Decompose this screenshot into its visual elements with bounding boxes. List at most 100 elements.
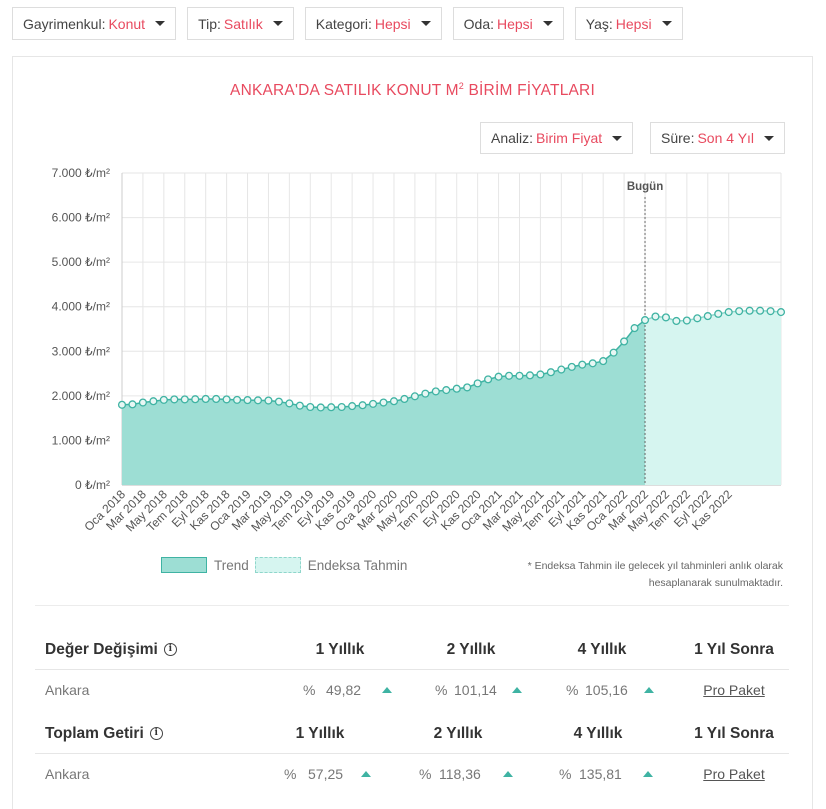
trend-point <box>253 396 263 405</box>
col-header-2y: 2 Yıllık <box>433 724 483 742</box>
up-arrow-icon <box>644 670 654 710</box>
trend-point <box>191 395 200 404</box>
y-tick-label: 3.000 ₺/m² <box>52 344 110 358</box>
value-2y: 118,36 <box>439 766 481 782</box>
y-tick-label: 4.000 ₺/m² <box>52 300 110 314</box>
trend-point <box>452 384 461 393</box>
info-icon[interactable]: i <box>149 727 163 740</box>
percent-sign: % <box>435 682 448 698</box>
trend-point <box>337 402 346 412</box>
trend-point <box>243 396 252 405</box>
forecast-point <box>766 307 775 316</box>
trend-point <box>557 365 566 374</box>
up-arrow-icon <box>643 754 653 794</box>
trend-point <box>368 399 378 408</box>
up-arrow-icon <box>512 670 522 710</box>
trend-point <box>515 371 524 380</box>
forecast-point <box>651 312 660 321</box>
trend-point <box>180 395 189 404</box>
filter-category[interactable]: Kategori: Hepsi <box>304 7 442 40</box>
filter-value: Hepsi <box>497 15 533 32</box>
forecast-point <box>661 313 670 322</box>
y-tick-label: 2.000 ₺/m² <box>52 389 110 403</box>
total-return-title: Toplam Getiri i <box>45 714 163 753</box>
trend-point <box>348 402 357 411</box>
trend-point <box>609 348 618 357</box>
col-header-2y: 2 Yıllık <box>446 640 496 658</box>
filter-property-type[interactable]: Gayrimenkul: Konut <box>12 7 177 40</box>
col-header-4y: 4 Yıllık <box>577 640 627 658</box>
legend-swatch-trend[interactable] <box>161 557 207 573</box>
forecast-point <box>672 316 681 326</box>
col-header-1y-later: 1 Yıl Sonra <box>694 640 774 658</box>
trend-point <box>578 360 587 369</box>
col-header-1y: 1 Yıllık <box>295 724 345 742</box>
filter-listing-type[interactable]: Tip: Satılık <box>187 7 294 40</box>
y-tick-label: 7.000 ₺/m² <box>52 166 110 180</box>
trend-point <box>138 398 147 407</box>
percent-sign: % <box>284 766 297 782</box>
row-label: Ankara <box>45 682 90 698</box>
table-row: Ankara % 49,82 % 101,14 % 105,16 Pro Pak… <box>35 670 789 710</box>
filter-value: Hepsi <box>374 15 411 32</box>
trend-point <box>201 394 210 404</box>
trend-point <box>473 379 482 388</box>
pro-package-link[interactable]: Pro Paket <box>703 670 764 710</box>
trend-point <box>630 324 639 333</box>
forecast-area <box>645 310 781 485</box>
up-arrow-icon <box>503 754 513 794</box>
trend-point <box>379 398 388 407</box>
trend-point <box>170 395 179 404</box>
forecast-point <box>745 306 754 315</box>
trend-point <box>327 403 336 412</box>
trend-point <box>400 394 409 404</box>
info-icon[interactable]: i <box>163 643 177 656</box>
forecast-point <box>693 314 702 323</box>
trend-point <box>212 394 221 404</box>
trend-point <box>567 362 576 371</box>
forecast-point <box>756 306 765 315</box>
filter-label: Oda: <box>463 15 494 32</box>
caret-down-icon <box>661 21 672 26</box>
percent-sign: % <box>303 682 316 698</box>
trend-point <box>463 383 472 392</box>
forecast-note: * Endeksa Tahmin ile gelecek yıl tahminl… <box>527 560 783 589</box>
trend-point <box>285 399 294 408</box>
trend-point <box>546 368 555 377</box>
percent-sign: % <box>566 682 579 698</box>
legend-label-estimate: Endeksa Tahmin <box>307 557 408 573</box>
filter-value: Konut <box>108 15 146 32</box>
trend-point <box>640 316 650 325</box>
price-chart-card: ANKARA'DA SATILIK KONUT M2 BİRİM FİYATLA… <box>12 56 813 809</box>
trend-point <box>117 400 127 409</box>
y-tick-label: 5.000 ₺/m² <box>52 255 110 269</box>
filter-label: Yaş: <box>585 15 613 32</box>
forecast-point <box>724 308 733 317</box>
trend-point <box>588 359 597 368</box>
trend-point <box>274 397 283 406</box>
trend-point <box>159 395 168 404</box>
filter-rooms[interactable]: Oda: Hepsi <box>452 7 564 40</box>
trend-point <box>525 371 535 380</box>
today-label: Bugün <box>627 181 663 193</box>
value-4y: 105,16 <box>585 682 628 698</box>
forecast-point <box>714 309 723 318</box>
trend-point <box>494 372 503 381</box>
trend-point <box>264 396 273 405</box>
caret-down-icon <box>420 21 431 26</box>
caret-down-icon <box>155 21 166 26</box>
caret-down-icon <box>542 21 553 26</box>
table-header-row: Toplam Getiri i 1 Yıllık 2 Yıllık 4 Yıll… <box>35 714 789 754</box>
filter-age[interactable]: Yaş: Hepsi <box>574 7 683 40</box>
pro-package-link[interactable]: Pro Paket <box>703 754 764 794</box>
row-label: Ankara <box>45 766 90 782</box>
trend-point <box>389 397 399 406</box>
legend-swatch-estimate[interactable] <box>254 557 301 573</box>
value-change-title-text: Değer Değişimi <box>45 640 158 658</box>
value-1y: 57,25 <box>308 766 344 782</box>
trend-point <box>442 386 451 395</box>
forecast-point <box>703 312 712 321</box>
chart-legend: Trend Endeksa Tahmin <box>161 557 407 573</box>
y-tick-label: 1.000 ₺/m² <box>52 433 110 447</box>
filter-label: Tip: <box>198 15 221 32</box>
